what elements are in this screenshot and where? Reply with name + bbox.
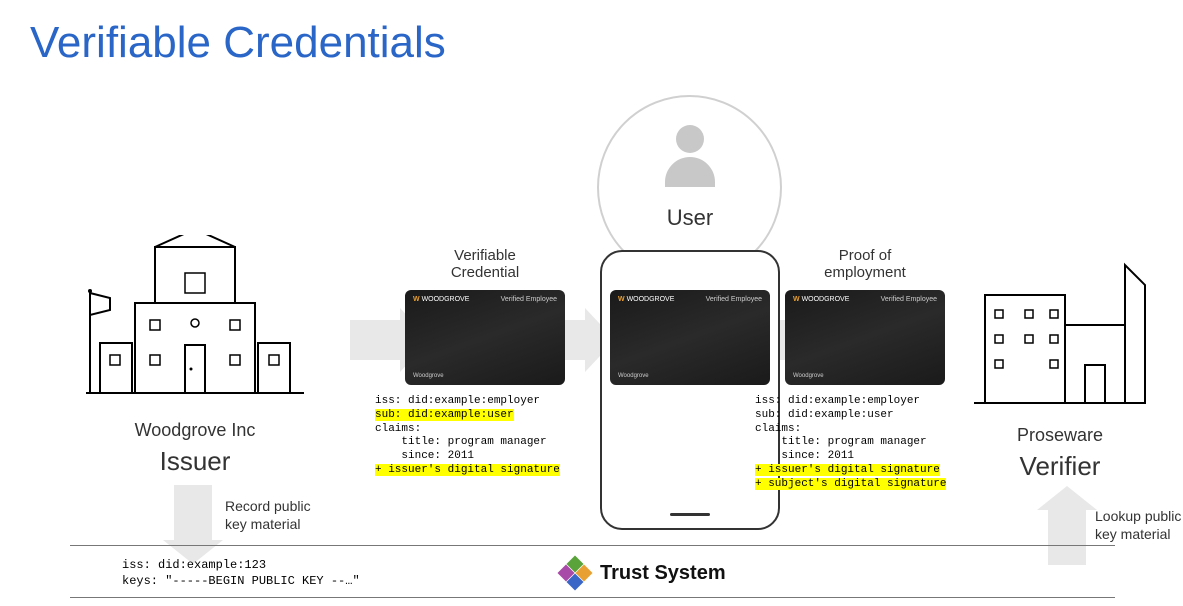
issuer-block: Woodgrove Inc Issuer — [80, 235, 310, 480]
verifier-block: Proseware Verifier — [970, 235, 1150, 485]
proof-label: Proof of employment — [785, 247, 945, 281]
trust-divider-top — [70, 545, 1115, 546]
issuer-company: Woodgrove Inc — [135, 420, 256, 440]
credential-card-verifier: W WOODGROVE Verified Employee Woodgrove — [785, 290, 945, 385]
trust-cubes-icon — [560, 558, 590, 588]
user-icon — [660, 125, 720, 195]
user-label: User — [640, 205, 740, 231]
trust-system-label: Trust System — [560, 558, 726, 588]
credential-code: iss: did:example:employer sub: did:examp… — [375, 395, 560, 478]
verifier-company: Proseware — [1017, 425, 1103, 445]
credential-label: Verifiable Credential — [405, 247, 565, 281]
lookup-key-label: Lookup public key material — [1095, 507, 1183, 543]
issuer-role: Issuer — [80, 443, 310, 479]
credential-card-issuer: W WOODGROVE Verified Employee Woodgrove — [405, 290, 565, 385]
verifier-building-icon — [970, 235, 1150, 410]
diagram-stage: Woodgrove Inc Issuer User Verifiable Cre… — [0, 95, 1183, 525]
arrow-lookup-key — [1048, 510, 1086, 565]
arrow-record-key — [174, 485, 212, 540]
verifier-role: Verifier — [970, 448, 1150, 484]
arrow-issuer-to-credential — [350, 320, 400, 360]
credential-card-user: W WOODGROVE Verified Employee Woodgrove — [610, 290, 770, 385]
trust-divider-bottom — [70, 597, 1115, 598]
page-title: Verifiable Credentials — [30, 18, 446, 68]
trust-code: iss: did:example:123 keys: "-----BEGIN P… — [122, 558, 360, 589]
issuer-building-icon — [80, 235, 310, 405]
record-key-label: Record public key material — [225, 497, 335, 533]
proof-code: iss: did:example:employer sub: did:examp… — [755, 395, 946, 491]
